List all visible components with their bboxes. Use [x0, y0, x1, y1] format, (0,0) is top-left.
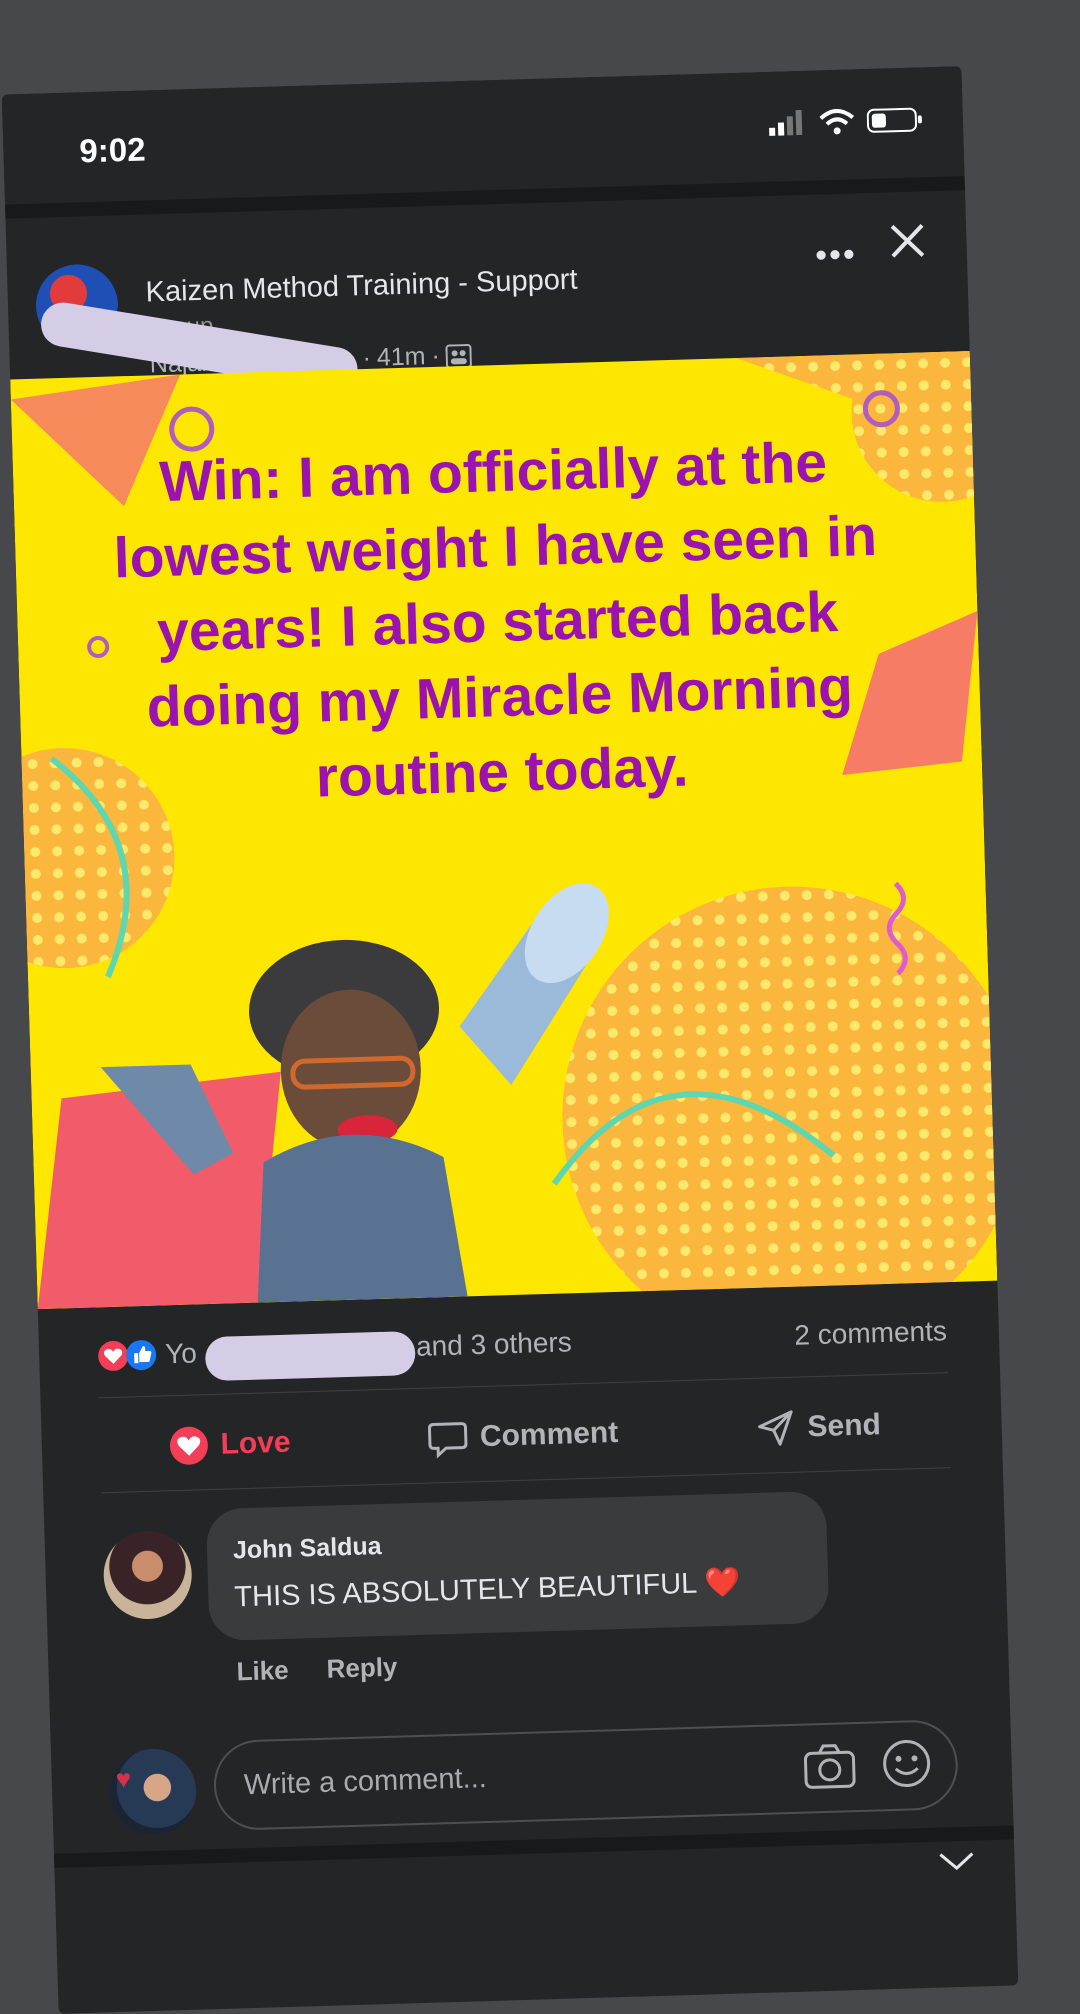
post-image[interactable]: Win: I am officially at the lowest weigh…: [10, 351, 998, 1310]
comment-composer: ♥: [108, 1707, 971, 1837]
chevron-down-icon[interactable]: [938, 1852, 975, 1873]
send-button[interactable]: Send: [755, 1405, 881, 1449]
heart-icon: [169, 1426, 208, 1465]
post-image-text: Win: I am officially at the lowest weigh…: [112, 430, 878, 810]
group-icon: [445, 343, 473, 368]
comment-input[interactable]: [241, 1744, 767, 1811]
comment-input-wrapper[interactable]: [212, 1719, 960, 1832]
comment-author[interactable]: John Saldua: [233, 1532, 382, 1565]
post-header: Kaizen Method Training - Support Group N…: [5, 190, 968, 395]
emoji-icon[interactable]: [881, 1738, 932, 1789]
comment-actions: Like Reply: [236, 1652, 398, 1688]
comment-label: Comment: [479, 1415, 619, 1453]
comments-count[interactable]: 2 comments: [794, 1315, 947, 1352]
reaction-others: a and 3 others: [392, 1326, 573, 1363]
status-icons: [767, 105, 924, 138]
wifi-icon: [819, 108, 855, 135]
comment-like-button[interactable]: Like: [236, 1655, 289, 1688]
comment-icon: [428, 1421, 468, 1459]
love-button[interactable]: Love: [168, 1422, 291, 1466]
comment-bubble[interactable]: John Saldua THIS IS ABSOLUTELY BEAUTIFUL…: [205, 1490, 830, 1642]
battery-icon: [866, 107, 922, 133]
section-divider: [53, 1825, 1014, 1868]
comment-button[interactable]: Comment: [427, 1412, 619, 1459]
close-icon[interactable]: [888, 221, 927, 260]
commenter-avatar[interactable]: [102, 1529, 193, 1621]
phone-screen: 9:02 Kaizen Method Training - Support Gr…: [1, 66, 1019, 2014]
status-time: 9:02: [78, 130, 147, 170]
comment-reply-button[interactable]: Reply: [326, 1652, 398, 1685]
reaction-names: Yo: [164, 1337, 198, 1370]
reactions-bar[interactable]: Yo a and 3 others 2 comments: [96, 1307, 947, 1392]
comment-item: John Saldua THIS IS ABSOLUTELY BEAUTIFUL…: [102, 1487, 952, 1686]
user-avatar[interactable]: ♥: [108, 1747, 198, 1837]
signal-icon: [769, 109, 803, 136]
more-icon[interactable]: •••: [815, 235, 858, 275]
comment-text: THIS IS ABSOLUTELY BEAUTIFUL ❤️: [233, 1566, 741, 1614]
heart-frame-icon: ♥: [115, 1763, 132, 1795]
redaction-mark: [204, 1330, 416, 1382]
love-label: Love: [220, 1425, 292, 1461]
camera-icon[interactable]: [803, 1742, 856, 1792]
group-name[interactable]: Kaizen Method Training - Support: [145, 264, 578, 310]
like-reaction-icon: [126, 1340, 157, 1371]
send-icon: [757, 1409, 793, 1446]
send-label: Send: [807, 1407, 882, 1443]
